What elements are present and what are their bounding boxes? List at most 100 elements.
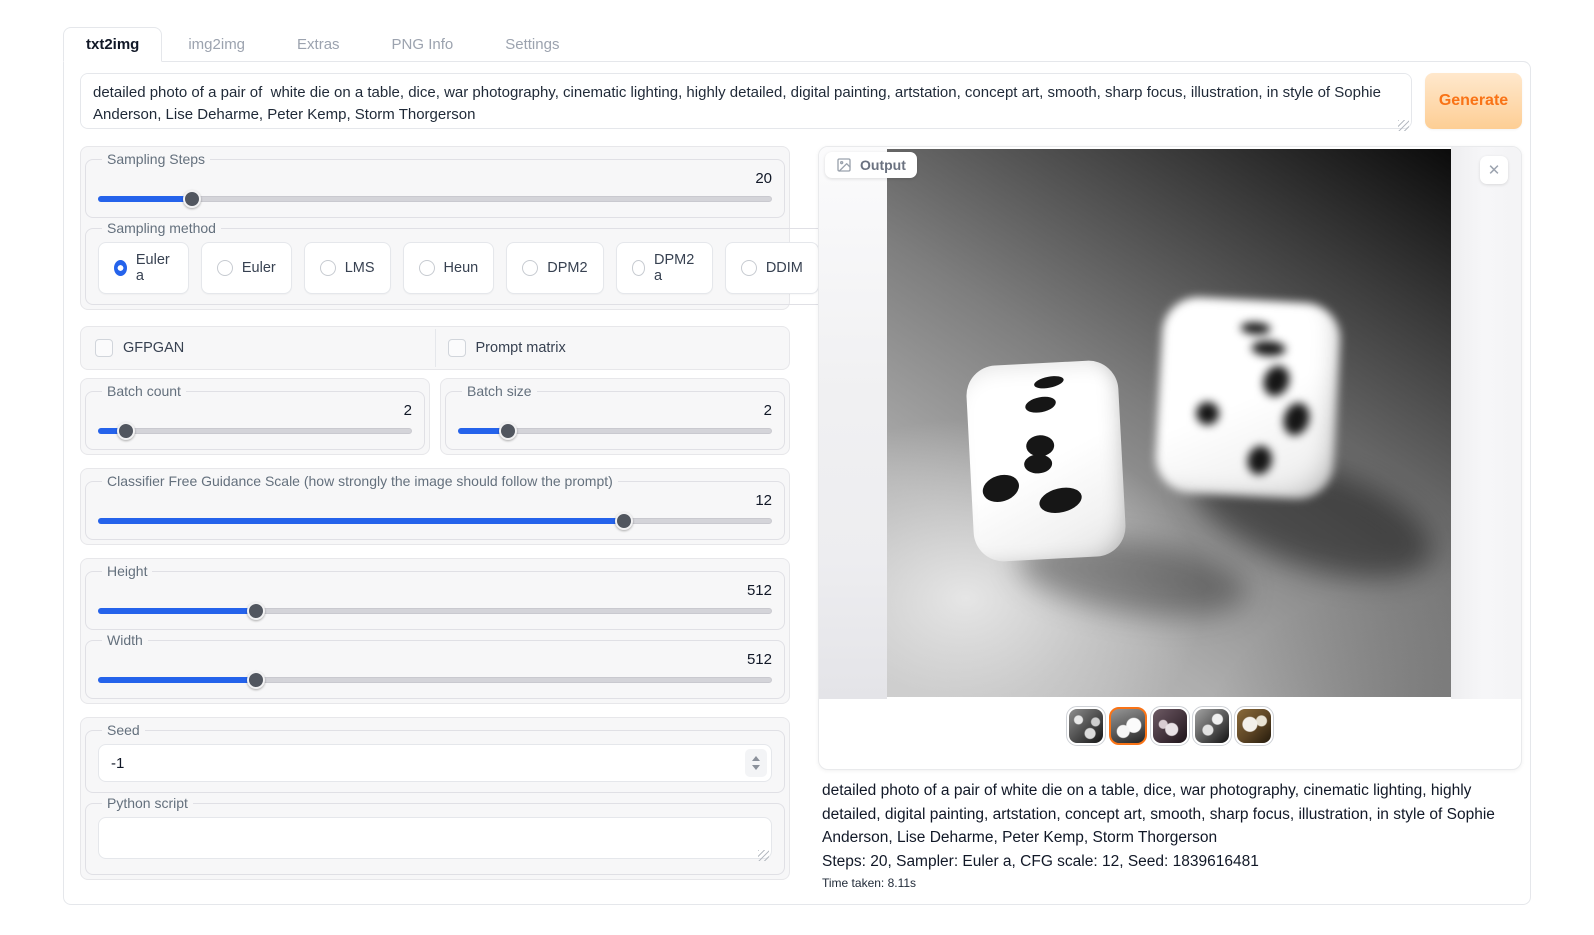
cfg-label: Classifier Free Guidance Scale (how stro… <box>102 473 618 489</box>
thumbnail-4[interactable] <box>1193 707 1231 745</box>
tab-txt2img[interactable]: txt2img <box>63 27 162 62</box>
sampling-method-label: Sampling method <box>102 220 221 236</box>
python-script-fieldset: Python script <box>85 795 785 875</box>
seed-input[interactable] <box>98 744 772 782</box>
result-prompt: detailed photo of a pair of white die on… <box>822 779 1518 850</box>
tab-img2img[interactable]: img2img <box>162 28 271 61</box>
tab-png-info[interactable]: PNG Info <box>366 28 480 61</box>
thumbnail-5[interactable] <box>1235 707 1273 745</box>
settings-column: Sampling Steps 20 Sampling method Eul <box>80 146 790 880</box>
prompt-input[interactable]: detailed photo of a pair of white die on… <box>80 73 1412 129</box>
prompt-row: detailed photo of a pair of white die on… <box>80 73 1522 134</box>
thumbnail-3[interactable] <box>1151 707 1189 745</box>
result-text-block: detailed photo of a pair of white die on… <box>818 770 1522 890</box>
radio-icon <box>217 260 233 276</box>
gallery-right-margin <box>1451 147 1522 699</box>
output-label: Output <box>860 157 906 173</box>
gallery-left-margin <box>819 147 887 699</box>
radio-label: DDIM <box>766 260 803 276</box>
radio-icon <box>419 260 435 276</box>
result-time: Time taken: 8.11s <box>822 876 1518 890</box>
txt2img-panel: detailed photo of a pair of white die on… <box>63 61 1531 905</box>
radio-icon <box>632 260 645 276</box>
resize-handle-icon[interactable] <box>1398 120 1409 131</box>
python-script-label: Python script <box>102 795 193 811</box>
radio-label: Euler a <box>136 252 173 284</box>
slider-handle[interactable] <box>183 190 201 208</box>
height-slider[interactable] <box>98 603 772 619</box>
generate-button[interactable]: Generate <box>1425 73 1522 129</box>
height-value: 512 <box>98 581 772 601</box>
gfpgan-label: GFPGAN <box>123 340 184 356</box>
radio-ddim[interactable]: DDIM <box>725 242 819 294</box>
width-fieldset: Width 512 <box>85 632 785 699</box>
dimensions-group: Height 512 Width 512 <box>80 558 790 704</box>
thumbnail-2-selected[interactable] <box>1109 707 1147 745</box>
sampling-method-options: Euler a Euler LMS <box>98 242 927 294</box>
radio-icon <box>522 260 538 276</box>
batch-count-value: 2 <box>98 401 412 421</box>
radio-icon <box>114 260 127 276</box>
sampling-steps-fieldset: Sampling Steps 20 <box>85 151 785 218</box>
radio-euler[interactable]: Euler <box>201 242 292 294</box>
close-icon[interactable]: ✕ <box>1480 156 1508 184</box>
cfg-fieldset: Classifier Free Guidance Scale (how stro… <box>85 473 785 540</box>
prompt-matrix-checkbox[interactable] <box>448 339 466 357</box>
prompt-matrix-option[interactable]: Prompt matrix <box>435 329 788 367</box>
batch-size-slider[interactable] <box>458 423 772 439</box>
slider-handle[interactable] <box>247 602 265 620</box>
slider-handle[interactable] <box>499 422 517 440</box>
batch-row: Batch count 2 Batch size 2 <box>80 378 790 455</box>
die-left <box>965 359 1127 563</box>
radio-lms[interactable]: LMS <box>304 242 391 294</box>
sampling-steps-slider[interactable] <box>98 191 772 207</box>
step-up-icon[interactable] <box>752 756 760 761</box>
tab-extras[interactable]: Extras <box>271 28 366 61</box>
batch-size-label: Batch size <box>462 383 537 399</box>
cfg-slider[interactable] <box>98 513 772 529</box>
prompt-wrap: detailed photo of a pair of white die on… <box>80 73 1412 134</box>
sampling-steps-value: 20 <box>98 169 772 189</box>
seed-fieldset: Seed <box>85 722 785 793</box>
height-label: Height <box>102 563 152 579</box>
image-icon <box>836 157 852 173</box>
result-params: Steps: 20, Sampler: Euler a, CFG scale: … <box>822 850 1518 873</box>
thumbnail-1[interactable] <box>1067 707 1105 745</box>
die-right-blurred <box>1154 295 1342 500</box>
sampling-steps-label: Sampling Steps <box>102 151 210 167</box>
resize-handle-icon[interactable] <box>758 850 769 861</box>
output-column: Output ✕ detailed photo of a p <box>818 146 1522 890</box>
gfpgan-checkbox[interactable] <box>95 339 113 357</box>
output-chip: Output <box>825 152 917 178</box>
tab-settings[interactable]: Settings <box>479 28 585 61</box>
cfg-value: 12 <box>98 491 772 511</box>
radio-dpm2[interactable]: DPM2 <box>506 242 603 294</box>
sampling-method-fieldset: Sampling method Euler a Euler <box>85 220 940 305</box>
sampling-group: Sampling Steps 20 Sampling method Eul <box>80 146 790 310</box>
batch-count-fieldset: Batch count 2 <box>85 383 425 450</box>
radio-dpm2-a[interactable]: DPM2 a <box>616 242 713 294</box>
slider-handle[interactable] <box>247 671 265 689</box>
radio-heun[interactable]: Heun <box>403 242 495 294</box>
batch-count-label: Batch count <box>102 383 186 399</box>
batch-size-fieldset: Batch size 2 <box>445 383 785 450</box>
seed-stepper[interactable] <box>745 749 767 777</box>
batch-count-slider[interactable] <box>98 423 412 439</box>
generated-image[interactable] <box>887 149 1451 697</box>
seed-label: Seed <box>102 722 145 738</box>
seed-group: Seed Python script <box>80 717 790 880</box>
radio-euler-a[interactable]: Euler a <box>98 242 189 294</box>
cfg-group: Classifier Free Guidance Scale (how stro… <box>80 468 790 545</box>
slider-handle[interactable] <box>117 422 135 440</box>
width-slider[interactable] <box>98 672 772 688</box>
python-script-input[interactable] <box>98 817 772 859</box>
tab-bar: txt2img img2img Extras PNG Info Settings <box>63 25 1531 61</box>
width-value: 512 <box>98 650 772 670</box>
height-fieldset: Height 512 <box>85 563 785 630</box>
prompt-matrix-label: Prompt matrix <box>476 340 566 356</box>
slider-handle[interactable] <box>615 512 633 530</box>
gfpgan-option[interactable]: GFPGAN <box>83 329 435 367</box>
radio-icon <box>741 260 757 276</box>
step-down-icon[interactable] <box>752 765 760 770</box>
checkbox-group: GFPGAN Prompt matrix <box>80 326 790 370</box>
